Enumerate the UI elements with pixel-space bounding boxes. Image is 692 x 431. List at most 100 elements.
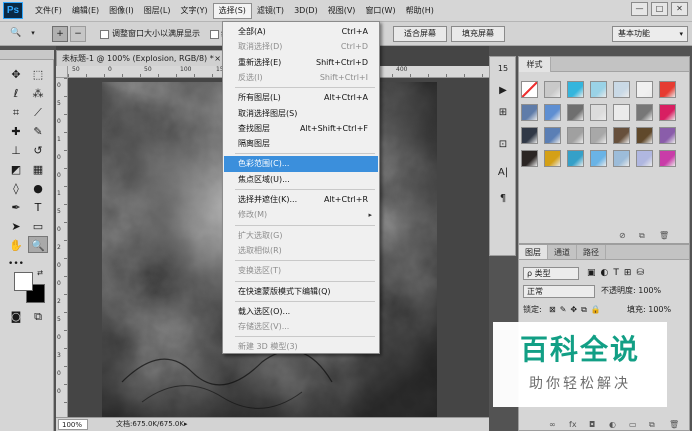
fill-screen-button[interactable]: 填充屏幕 bbox=[451, 26, 505, 42]
style-swatch[interactable] bbox=[544, 127, 561, 144]
menu-item[interactable]: 选择(S) bbox=[212, 3, 252, 19]
style-swatch[interactable] bbox=[590, 150, 607, 167]
zoom-tool-icon[interactable]: 🔍 bbox=[28, 236, 48, 253]
layers-panel-tab[interactable]: 通道 bbox=[548, 245, 577, 259]
path-selection-tool-icon[interactable]: ➤ bbox=[6, 218, 26, 235]
style-swatch[interactable] bbox=[544, 150, 561, 167]
rectangle-tool-icon[interactable]: ▭ bbox=[28, 218, 48, 235]
eraser-tool-icon[interactable]: ◩ bbox=[6, 161, 26, 178]
screen-mode-icon[interactable]: ⧉ bbox=[28, 308, 48, 325]
style-swatch[interactable] bbox=[590, 81, 607, 98]
new-group-icon[interactable]: ▭ bbox=[629, 417, 637, 431]
trash-icon[interactable]: 🗑 bbox=[669, 417, 679, 431]
style-swatch[interactable] bbox=[590, 104, 607, 121]
style-swatch[interactable] bbox=[636, 150, 653, 167]
style-swatch[interactable] bbox=[613, 150, 630, 167]
character-panel-icon[interactable]: A| bbox=[495, 165, 511, 181]
hand-tool-icon[interactable]: ✋ bbox=[6, 237, 26, 254]
select-menu-item[interactable]: 重新选择(E) Shift+Ctrl+D bbox=[224, 55, 378, 71]
edit-toolbar-icon[interactable]: ••• bbox=[6, 256, 26, 273]
chevron-down-icon[interactable]: ▾ bbox=[28, 26, 38, 42]
paragraph-panel-icon[interactable]: ¶ bbox=[495, 191, 511, 207]
menu-item[interactable]: 文件(F) bbox=[30, 0, 67, 22]
style-swatch[interactable] bbox=[544, 81, 561, 98]
select-menu-item[interactable]: 反选(I) Shift+Ctrl+I bbox=[224, 70, 378, 86]
select-menu-item[interactable]: 隔离图层 bbox=[224, 136, 378, 152]
zoom-all-checkbox[interactable] bbox=[210, 30, 219, 39]
zoom-level-field[interactable]: 100% bbox=[58, 419, 88, 430]
trash-icon[interactable]: 🗑 bbox=[659, 228, 669, 243]
workspace-select[interactable]: 基本功能 ▾ bbox=[612, 26, 688, 42]
lasso-tool-icon[interactable]: ℓ bbox=[6, 85, 26, 102]
type-tool-icon[interactable]: T bbox=[28, 199, 48, 216]
style-swatch[interactable] bbox=[567, 104, 584, 121]
status-menu-arrow-icon[interactable]: ▸ bbox=[184, 418, 188, 431]
select-menu-item[interactable]: 色彩范围(C)... bbox=[224, 156, 378, 173]
gradient-tool-icon[interactable]: ▦ bbox=[28, 161, 48, 178]
adjustment-layer-icon[interactable]: ◐ bbox=[609, 417, 616, 431]
actions-panel-icon[interactable]: ▶ bbox=[495, 83, 511, 99]
lock-icons[interactable]: ⊠✎✥⧉🔒 bbox=[549, 303, 605, 317]
no-style-swatch[interactable] bbox=[521, 81, 538, 98]
style-swatch[interactable] bbox=[521, 127, 538, 144]
properties-panel-icon[interactable]: ⊞ bbox=[495, 105, 511, 121]
style-swatch[interactable] bbox=[613, 104, 630, 121]
minimize-button[interactable]: — bbox=[631, 2, 648, 16]
style-swatch[interactable] bbox=[636, 81, 653, 98]
style-swatch[interactable] bbox=[636, 104, 653, 121]
close-button[interactable]: ✕ bbox=[671, 2, 688, 16]
select-menu-item[interactable]: 选择并遮住(K)... Alt+Ctrl+R bbox=[224, 192, 378, 208]
zoom-tool-preset-icon[interactable]: 🔍 bbox=[8, 26, 24, 42]
healing-brush-tool-icon[interactable]: ✚ bbox=[6, 123, 26, 140]
foreground-color-swatch[interactable] bbox=[14, 272, 33, 291]
select-menu-item[interactable]: 修改(M) ▸ bbox=[224, 207, 378, 223]
menu-item[interactable]: 滤镜(T) bbox=[252, 0, 289, 22]
style-swatch[interactable] bbox=[567, 150, 584, 167]
marquee-tool-icon[interactable]: ⬚ bbox=[28, 66, 48, 83]
layers-panel-tab[interactable]: 图层 bbox=[519, 245, 548, 259]
blend-mode-select[interactable]: 正常 bbox=[523, 285, 595, 298]
menu-item[interactable]: 图层(L) bbox=[139, 0, 176, 22]
select-menu-item[interactable]: 新建 3D 模型(3) bbox=[224, 339, 378, 355]
select-menu-item[interactable]: 取消选择(D) Ctrl+D bbox=[224, 39, 378, 55]
resize-windows-checkbox[interactable] bbox=[100, 30, 109, 39]
dodge-tool-icon[interactable]: ● bbox=[28, 180, 48, 197]
magic-wand-tool-icon[interactable]: ⁂ bbox=[28, 85, 48, 102]
menu-item[interactable]: 帮助(H) bbox=[401, 0, 439, 22]
no-style-icon[interactable]: ⊘ bbox=[619, 228, 626, 243]
style-swatch[interactable] bbox=[659, 81, 676, 98]
style-swatch[interactable] bbox=[521, 150, 538, 167]
ruler-origin[interactable] bbox=[56, 66, 68, 78]
brush-panel-icon[interactable]: ⊡ bbox=[495, 137, 511, 153]
style-swatch[interactable] bbox=[636, 127, 653, 144]
menu-item[interactable]: 3D(D) bbox=[289, 0, 323, 22]
style-swatch[interactable] bbox=[521, 104, 538, 121]
select-menu-item[interactable]: 所有图层(L) Alt+Ctrl+A bbox=[224, 90, 378, 106]
select-menu-item[interactable]: 扩大选取(G) bbox=[224, 228, 378, 244]
menu-item[interactable]: 编辑(E) bbox=[67, 0, 104, 22]
style-swatch[interactable] bbox=[659, 104, 676, 121]
style-swatch[interactable] bbox=[659, 127, 676, 144]
select-menu-item[interactable]: 变换选区(T) bbox=[224, 263, 378, 279]
blur-tool-icon[interactable]: ◊ bbox=[6, 180, 26, 197]
layer-mask-icon[interactable]: ◘ bbox=[589, 417, 595, 431]
vertical-ruler[interactable]: 0 5 0 1 0 0 1 5 0 2 0 0 2 5 0 3 0 0 bbox=[56, 78, 68, 418]
clone-stamp-tool-icon[interactable]: ⊥ bbox=[6, 142, 26, 159]
style-swatch[interactable] bbox=[613, 81, 630, 98]
menu-item[interactable]: 文字(Y) bbox=[175, 0, 212, 22]
document-tab[interactable]: 未标题-1 @ 100% (Explosion, RGB/8) * × bbox=[56, 50, 226, 66]
zoom-in-button[interactable]: + bbox=[52, 26, 68, 42]
zoom-out-button[interactable]: − bbox=[70, 26, 86, 42]
layer-filter-select[interactable]: ρ 类型 bbox=[523, 267, 579, 280]
style-swatch[interactable] bbox=[544, 104, 561, 121]
new-layer-icon[interactable]: ⧉ bbox=[649, 417, 655, 431]
select-menu-item[interactable]: 查找图层 Alt+Shift+Ctrl+F bbox=[224, 121, 378, 137]
style-swatch[interactable] bbox=[567, 127, 584, 144]
select-menu-item[interactable]: 载入选区(O)... bbox=[224, 304, 378, 320]
menu-item[interactable]: 窗口(W) bbox=[360, 0, 400, 22]
opacity-label[interactable]: 不透明度: 100% bbox=[601, 284, 661, 298]
style-swatch[interactable] bbox=[590, 127, 607, 144]
style-swatch[interactable] bbox=[659, 150, 676, 167]
select-menu-item[interactable]: 焦点区域(U)... bbox=[224, 172, 378, 188]
move-tool-icon[interactable]: ✥ bbox=[6, 66, 26, 83]
